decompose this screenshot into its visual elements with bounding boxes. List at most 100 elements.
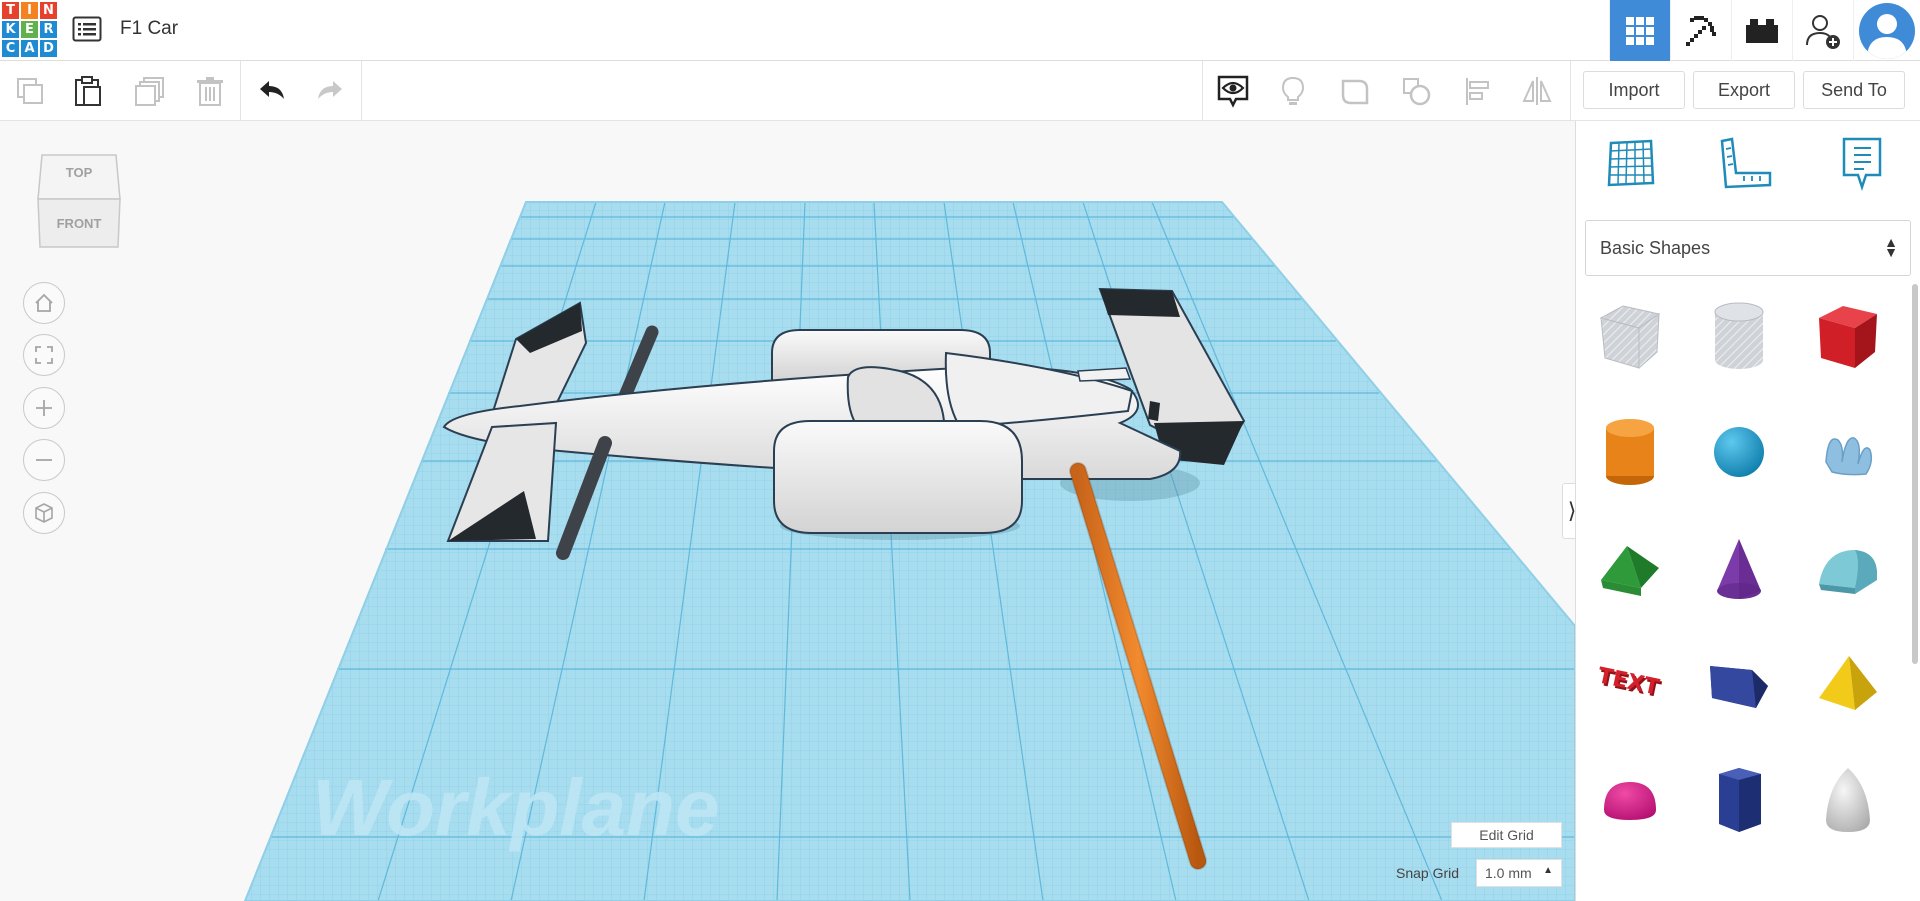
- shape-roof[interactable]: [1590, 528, 1670, 608]
- shape-cylinder[interactable]: [1590, 412, 1670, 492]
- fit-icon: [35, 346, 53, 364]
- cone-icon: [1717, 539, 1761, 599]
- invite-user-button[interactable]: [1792, 0, 1853, 61]
- edit-toolbar: Import Export Send To: [0, 61, 1920, 121]
- half-sphere-icon: [1604, 782, 1656, 820]
- polygon-icon: [1719, 768, 1761, 832]
- design-title[interactable]: F1 Car: [120, 18, 178, 40]
- orthographic-view-button[interactable]: [23, 492, 65, 534]
- note-icon: [1842, 137, 1882, 191]
- wedge-icon: [1710, 666, 1768, 708]
- snap-grid-select[interactable]: 1.0 mm ▲: [1476, 859, 1562, 887]
- notes-tool-button[interactable]: [1832, 133, 1892, 193]
- add-user-icon: [1806, 14, 1840, 49]
- lightbulb-icon[interactable]: [1273, 71, 1313, 111]
- build-mode-button[interactable]: [1670, 0, 1731, 61]
- zoom-in-button[interactable]: [23, 387, 65, 429]
- shape-box[interactable]: [1808, 296, 1888, 376]
- shape-text[interactable]: TEXT TEXT: [1590, 644, 1670, 724]
- viewcube-front-label[interactable]: FRONT: [57, 216, 102, 231]
- shape-paraboloid[interactable]: [1808, 760, 1888, 840]
- zoom-out-button[interactable]: [23, 439, 65, 481]
- 3d-viewport[interactable]: Workplane TOP FRONT Edit Grid Snap Grid …: [0, 121, 1575, 901]
- snap-grid-label: Snap Grid: [1396, 865, 1460, 881]
- logo-letter: A: [21, 40, 38, 57]
- shape-round-roof[interactable]: [1808, 528, 1888, 608]
- text-3d-icon: TEXT TEXT: [1595, 663, 1662, 703]
- sphere-icon: [1714, 427, 1764, 477]
- 3d-design-view-button[interactable]: [1609, 0, 1670, 61]
- home-view-button[interactable]: [23, 282, 65, 324]
- align-icon[interactable]: [1458, 71, 1498, 111]
- brick-icon: [1746, 18, 1778, 43]
- ungroup-icon[interactable]: [1396, 71, 1436, 111]
- edit-grid-button[interactable]: Edit Grid: [1451, 822, 1562, 848]
- avatar: [1859, 2, 1915, 59]
- toolbar-divider: [361, 61, 362, 121]
- box-icon: [1819, 306, 1877, 368]
- redo-icon[interactable]: [310, 71, 350, 111]
- user-avatar-button[interactable]: [1853, 0, 1920, 61]
- logo-letter: N: [40, 2, 57, 19]
- logo-letter: I: [21, 2, 38, 19]
- plus-icon: [36, 400, 52, 416]
- toolbar-divider: [1570, 61, 1571, 121]
- bricks-mode-button[interactable]: [1731, 0, 1792, 61]
- delete-icon[interactable]: [190, 71, 230, 111]
- workplane-scene[interactable]: Workplane: [0, 121, 1575, 901]
- snap-grid-value: 1.0 mm: [1485, 865, 1532, 881]
- logo-letter: T: [2, 2, 19, 19]
- paste-icon[interactable]: [68, 71, 108, 111]
- ruler-tool-button[interactable]: [1716, 133, 1776, 193]
- pickaxe-icon: [1686, 15, 1716, 46]
- logo-letter: D: [40, 40, 57, 57]
- copy-icon[interactable]: [10, 71, 50, 111]
- cylinder-hole-icon: [1714, 302, 1764, 369]
- tinkercad-logo[interactable]: T I N K E R C A D: [2, 2, 57, 57]
- import-button[interactable]: Import: [1583, 71, 1685, 109]
- shape-wedge[interactable]: [1699, 644, 1779, 724]
- workplane-icon: [1607, 139, 1655, 187]
- view-cube[interactable]: TOP FRONT: [36, 151, 122, 251]
- logo-letter: R: [40, 21, 57, 38]
- grid-icon: [1626, 16, 1654, 45]
- user-icon: [1867, 13, 1907, 59]
- logo-letter: C: [2, 40, 19, 57]
- shape-category-select[interactable]: Basic Shapes ▲ ▼: [1585, 220, 1911, 276]
- shape-sphere[interactable]: [1699, 412, 1779, 492]
- minus-icon: [36, 459, 52, 461]
- logo-letter: E: [21, 21, 38, 38]
- shape-box-hole[interactable]: [1590, 296, 1670, 376]
- send-to-button[interactable]: Send To: [1803, 71, 1905, 109]
- shape-cone[interactable]: [1699, 528, 1779, 608]
- side-pod-lower[interactable]: [773, 420, 1023, 534]
- duplicate-icon[interactable]: [130, 71, 170, 111]
- top-bar: T I N K E R C A D F1 Car: [0, 0, 1920, 61]
- panel-scrollbar[interactable]: [1912, 284, 1918, 664]
- shape-cylinder-hole[interactable]: [1699, 296, 1779, 376]
- caret-up-icon: ▲: [1543, 865, 1553, 876]
- scribble-icon: [1825, 437, 1873, 476]
- panel-collapse-handle[interactable]: ⟩: [1562, 483, 1575, 539]
- chevron-right-icon: ⟩: [1568, 498, 1575, 524]
- show-all-eye-icon[interactable]: [1213, 71, 1253, 111]
- viewcube-top-label[interactable]: TOP: [66, 165, 93, 180]
- fit-view-button[interactable]: [23, 334, 65, 376]
- roof-icon: [1601, 546, 1659, 596]
- toolbar-divider: [1202, 61, 1203, 121]
- design-list-icon[interactable]: [72, 16, 102, 42]
- shape-polygon[interactable]: [1699, 760, 1779, 840]
- undo-icon[interactable]: [252, 71, 292, 111]
- shape-scribble[interactable]: [1808, 412, 1888, 492]
- shape-pyramid[interactable]: [1808, 644, 1888, 724]
- shape-category-value: Basic Shapes: [1600, 237, 1711, 258]
- cube-icon: [35, 503, 53, 523]
- toolbar-divider: [240, 61, 241, 121]
- sort-arrows-icon: ▲ ▼: [1884, 234, 1898, 260]
- shape-half-sphere[interactable]: [1590, 760, 1670, 840]
- export-button[interactable]: Export: [1693, 71, 1795, 109]
- workplane-tool-button[interactable]: [1601, 133, 1661, 193]
- mirror-icon[interactable]: [1517, 71, 1557, 111]
- workplane-label: Workplane: [312, 763, 720, 852]
- group-icon[interactable]: [1335, 71, 1375, 111]
